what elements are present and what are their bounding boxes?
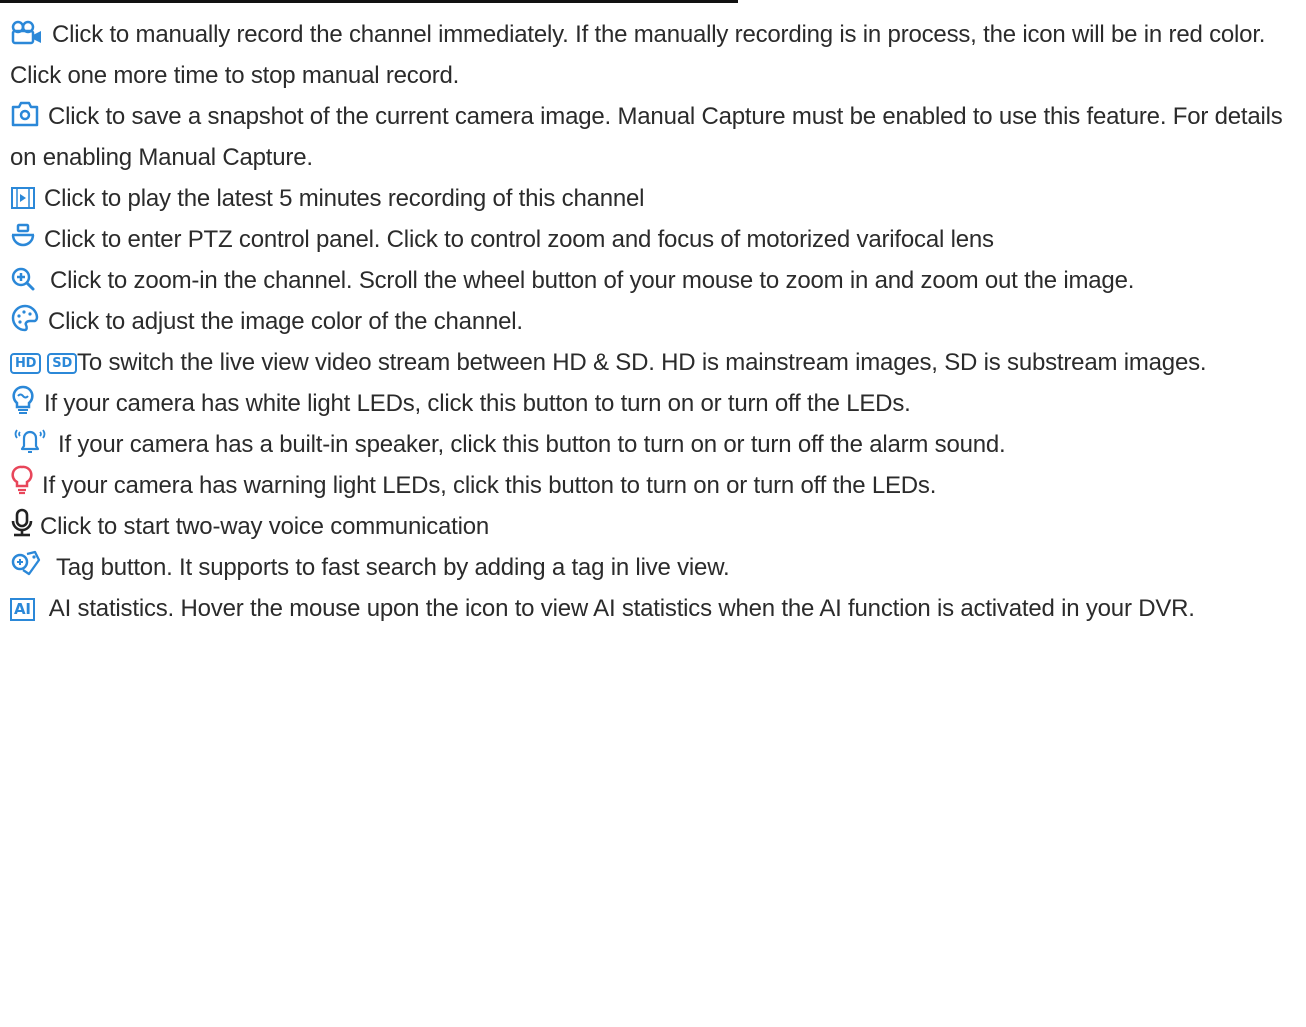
entry-ptz: Click to enter PTZ control panel. Click … bbox=[10, 219, 1296, 260]
ptz-icon bbox=[10, 223, 36, 251]
hd-icon: HD bbox=[10, 353, 42, 374]
entry-white-light: If your camera has white light LEDs, cli… bbox=[10, 383, 1296, 424]
entry-tag-text: Tag button. It supports to fast search b… bbox=[56, 554, 730, 581]
tag-icon bbox=[10, 549, 42, 579]
top-rule bbox=[0, 0, 738, 3]
entry-playback-text: Click to play the latest 5 minutes recor… bbox=[44, 185, 645, 212]
entry-ai-text: AI statistics. Hover the mouse upon the … bbox=[48, 595, 1195, 622]
entry-zoom-in-text: Click to zoom-in the channel. Scroll the… bbox=[50, 267, 1135, 294]
entry-zoom-in: Click to zoom-in the channel. Scroll the… bbox=[10, 260, 1296, 301]
entry-white-light-text: If your camera has white light LEDs, cli… bbox=[44, 390, 911, 417]
alarm-bell-icon bbox=[10, 424, 50, 456]
ai-statistics-icon: AI bbox=[10, 598, 35, 621]
sd-icon: SD bbox=[47, 353, 78, 374]
zoom-in-icon bbox=[10, 266, 36, 292]
microphone-icon bbox=[10, 508, 34, 538]
entry-snapshot: Click to save a snapshot of the current … bbox=[10, 96, 1296, 178]
entry-alarm: If your camera has a built-in speaker, c… bbox=[10, 424, 1296, 465]
entry-microphone: Click to start two-way voice communicati… bbox=[10, 506, 1296, 547]
entry-warning-light-text: If your camera has warning light LEDs, c… bbox=[42, 472, 937, 499]
color-palette-icon bbox=[10, 303, 40, 333]
snapshot-icon bbox=[10, 100, 40, 128]
playback-icon bbox=[10, 186, 36, 210]
entry-playback: Click to play the latest 5 minutes recor… bbox=[10, 178, 1296, 219]
entry-alarm-text: If your camera has a built-in speaker, c… bbox=[58, 431, 1006, 458]
entry-snapshot-text: Click to save a snapshot of the current … bbox=[10, 103, 1283, 171]
icon-legend-document: Click to manually record the channel imm… bbox=[10, 14, 1296, 629]
white-light-icon bbox=[10, 385, 36, 415]
entry-record-text: Click to manually record the channel imm… bbox=[10, 21, 1266, 89]
entry-color: Click to adjust the image color of the c… bbox=[10, 301, 1296, 342]
entry-ai: AI AI statistics. Hover the mouse upon th… bbox=[10, 588, 1296, 629]
entry-warning-light: If your camera has warning light LEDs, c… bbox=[10, 465, 1296, 506]
entry-record: Click to manually record the channel imm… bbox=[10, 14, 1296, 96]
entry-hd-sd: HD SD To switch the live view video stream… bbox=[10, 342, 1296, 383]
entry-microphone-text: Click to start two-way voice communicati… bbox=[40, 513, 490, 540]
record-icon bbox=[10, 20, 44, 46]
entry-hd-sd-text: To switch the live view video stream bet… bbox=[77, 349, 1207, 376]
entry-tag: Tag button. It supports to fast search b… bbox=[10, 547, 1296, 588]
entry-color-text: Click to adjust the image color of the c… bbox=[48, 308, 523, 335]
entry-ptz-text: Click to enter PTZ control panel. Click … bbox=[44, 226, 994, 253]
warning-light-icon bbox=[10, 465, 34, 497]
